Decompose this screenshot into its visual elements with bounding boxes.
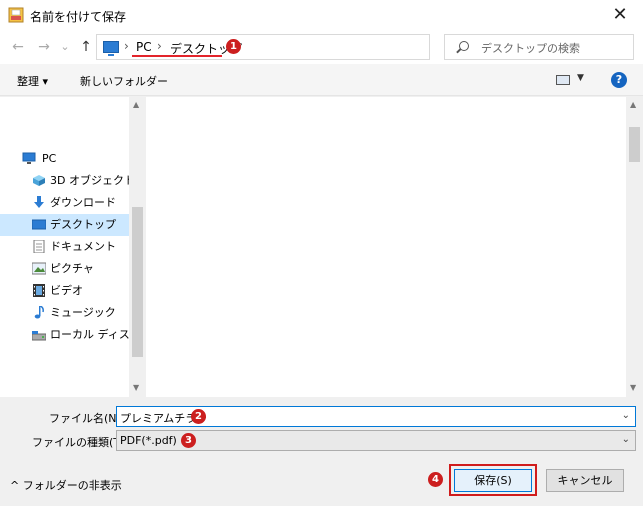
help-icon[interactable]: ? xyxy=(611,72,627,88)
scrollbar-thumb[interactable] xyxy=(132,207,143,357)
filename-input[interactable]: プレミアムチラシ 2 ⌄ xyxy=(116,406,636,427)
back-button[interactable]: ← xyxy=(8,37,28,57)
annotation-marker-3: 3 xyxy=(181,433,196,448)
pictures-icon xyxy=(32,262,46,275)
tree-item-label: デスクトップ xyxy=(50,218,116,231)
annotation-marker-1: 1 xyxy=(226,39,241,54)
new-folder-button[interactable]: 新しいフォルダー xyxy=(80,73,168,89)
file-list-scrollbar[interactable]: ▲ ▼ xyxy=(626,97,643,397)
tree-item-label: ドキュメント xyxy=(50,240,116,253)
scrollbar-thumb[interactable] xyxy=(629,127,640,162)
breadcrumb-pc[interactable]: PC xyxy=(136,40,152,54)
tree-item-label: ミュージック xyxy=(50,306,116,319)
file-list-area[interactable] xyxy=(146,97,626,397)
tree-item-label: 3D オブジェクト xyxy=(50,174,129,187)
chevron-right-icon: › xyxy=(157,39,162,53)
title-bar: 名前を付けて保存 ✕ xyxy=(0,0,643,30)
navigation-row: ← → ⌄ ↑ › PC › デスクトップ 1 ⌄ ↻ デスクトップの検索 xyxy=(0,30,643,64)
organize-menu[interactable]: 整理 ▾ xyxy=(17,73,48,89)
window-title: 名前を付けて保存 xyxy=(30,10,127,24)
disk-icon xyxy=(32,331,46,341)
video-icon xyxy=(33,284,45,297)
filename-label: ファイル名(N): xyxy=(49,412,125,425)
tree-item-3d-objects[interactable]: 3D オブジェクト xyxy=(0,170,129,192)
file-type-label: ファイルの種類(T): xyxy=(32,436,129,449)
view-options-dropdown[interactable]: ▼ xyxy=(577,73,584,83)
chevron-down-icon[interactable]: ⌄ xyxy=(622,434,630,445)
tree-item-label: ローカル ディスク (C xyxy=(50,328,129,341)
pc-icon xyxy=(103,41,119,56)
tree-item-label: ダウンロード xyxy=(50,196,116,209)
up-button[interactable]: ↑ xyxy=(76,37,96,57)
download-icon xyxy=(34,196,44,208)
music-icon xyxy=(34,306,44,319)
app-icon xyxy=(8,7,24,23)
chevron-right-icon: › xyxy=(124,39,129,53)
scroll-up-arrow[interactable]: ▲ xyxy=(133,100,139,109)
tree-item-label: ピクチャ xyxy=(50,262,94,275)
3d-objects-icon xyxy=(33,175,45,186)
tree-item-label: ビデオ xyxy=(50,284,83,297)
search-box[interactable]: デスクトップの検索 xyxy=(444,34,634,60)
cancel-button[interactable]: キャンセル xyxy=(546,469,624,492)
tree-item-pictures[interactable]: ピクチャ xyxy=(0,258,129,280)
document-icon xyxy=(33,240,45,253)
scroll-down-arrow[interactable]: ▼ xyxy=(630,383,636,392)
desktop-icon xyxy=(32,219,46,230)
hide-folders-button[interactable]: ^ フォルダーの非表示 xyxy=(10,477,122,493)
close-button[interactable]: ✕ xyxy=(597,0,643,30)
navigation-pane: PC 3D オブジェクト ダウンロード デスクトップ ドキュメント ピクチャ ビ… xyxy=(0,97,129,397)
tree-item-documents[interactable]: ドキュメント xyxy=(0,236,129,258)
search-placeholder: デスクトップの検索 xyxy=(481,42,580,55)
address-annotation-underline xyxy=(132,55,222,57)
annotation-marker-2: 2 xyxy=(191,409,206,424)
annotation-marker-4: 4 xyxy=(428,472,443,487)
file-type-select[interactable]: PDF(*.pdf) 3 ⌄ xyxy=(116,430,636,451)
navigation-pane-scrollbar[interactable]: ▲ ▼ xyxy=(129,97,146,397)
close-icon: ✕ xyxy=(612,4,628,25)
save-button[interactable]: 保存(S) xyxy=(454,469,532,492)
file-type-value: PDF(*.pdf) xyxy=(120,434,177,447)
tree-item-local-disk[interactable]: ローカル ディスク (C xyxy=(0,324,129,346)
tree-item-music[interactable]: ミュージック xyxy=(0,302,129,324)
forward-button[interactable]: → xyxy=(34,37,54,57)
tree-item-downloads[interactable]: ダウンロード xyxy=(0,192,129,214)
tree-item-label: PC xyxy=(42,152,57,165)
tree-item-videos[interactable]: ビデオ xyxy=(0,280,129,302)
view-icon[interactable] xyxy=(556,75,570,85)
recent-locations-button[interactable]: ⌄ xyxy=(58,37,72,57)
search-icon xyxy=(459,41,469,51)
toolbar: 整理 ▾ 新しいフォルダー ▼ ? xyxy=(0,64,643,96)
chevron-down-icon[interactable]: ⌄ xyxy=(622,410,630,421)
tree-item-pc[interactable]: PC xyxy=(0,148,129,170)
tree-item-desktop[interactable]: デスクトップ xyxy=(0,214,129,236)
scroll-down-arrow[interactable]: ▼ xyxy=(133,383,139,392)
pc-icon xyxy=(22,152,36,164)
scroll-up-arrow[interactable]: ▲ xyxy=(630,100,636,109)
